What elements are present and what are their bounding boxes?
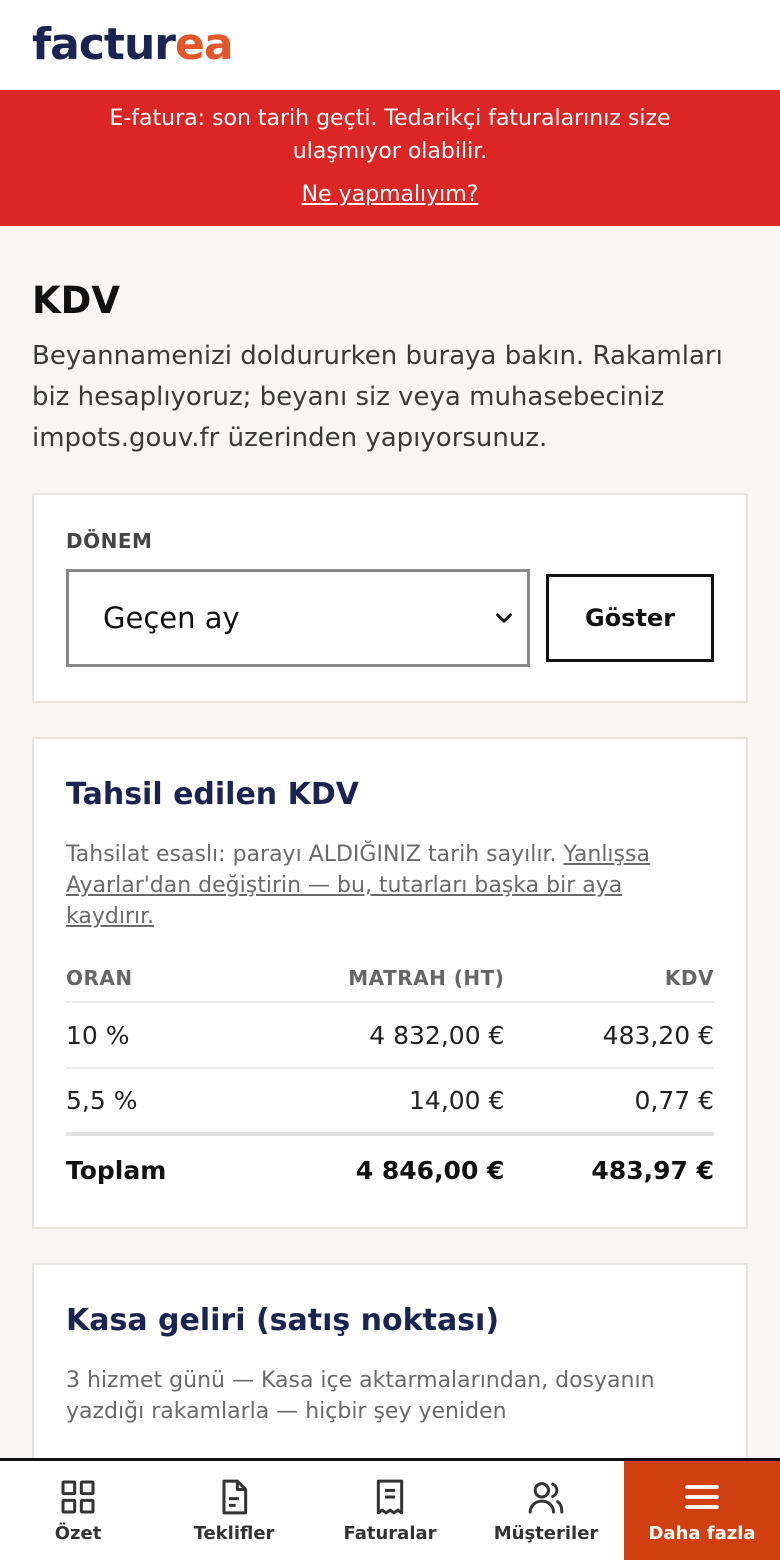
vat-cell: 0,77 €	[504, 1068, 714, 1136]
cash-income-title: Kasa geliri (satış noktası)	[66, 1303, 500, 1338]
rate-cell: 5,5 %	[66, 1068, 238, 1136]
collected-vat-card: Tahsil edilen KDV Tahsilat esaslı: paray…	[32, 737, 748, 1229]
rate-cell: 10 %	[66, 1002, 238, 1069]
period-row: Geçen ay Göster	[66, 569, 714, 667]
main-content: KDV Beyannamenizi doldururken buraya bak…	[0, 226, 780, 1560]
nav-item-quotes[interactable]: Teklifler	[156, 1461, 312, 1560]
period-select[interactable]: Geçen ay	[66, 569, 530, 667]
users-icon	[528, 1482, 564, 1514]
receipt-icon	[376, 1479, 404, 1515]
nav-label: Özet	[54, 1523, 102, 1544]
nav-label: Teklifler	[193, 1523, 275, 1544]
nav-item-invoices[interactable]: Faturalar	[312, 1461, 468, 1560]
nav-label: Faturalar	[343, 1523, 437, 1544]
app-header: facturea	[0, 0, 780, 90]
total-label: Toplam	[66, 1155, 167, 1185]
vat-table-header: ORAN MATRAH (HT) KDV	[66, 954, 714, 1003]
einvoice-warning-banner: E-fatura: son tarih geçti. Tedarikçi fat…	[0, 90, 780, 226]
brand-logo-part2: ea	[174, 19, 234, 70]
base-cell: 4 832,00 €	[237, 1002, 505, 1069]
total-vat: 483,97 €	[591, 1155, 714, 1185]
page-intro: Beyannamenizi doldururken buraya bakın. …	[32, 341, 723, 453]
period-card: DÖNEM Geçen ay Göster	[32, 493, 748, 703]
nav-item-overview[interactable]: Özet	[0, 1461, 156, 1560]
table-row: 10 % 4 832,00 € 483,20 €	[66, 1002, 714, 1069]
nav-item-more[interactable]: Daha fazla	[624, 1461, 780, 1560]
nav-item-customers[interactable]: Müşteriler	[468, 1461, 624, 1560]
period-select-value: Geçen ay	[103, 601, 240, 635]
col-base-header: MATRAH (HT)	[237, 954, 505, 1003]
collected-vat-title: Tahsil edilen KDV	[66, 777, 359, 812]
table-row: 5,5 % 14,00 € 0,77 €	[66, 1068, 714, 1136]
show-button[interactable]: Göster	[546, 574, 714, 662]
menu-icon	[685, 1485, 719, 1509]
total-base: 4 846,00 €	[355, 1155, 505, 1185]
chevron-down-icon	[496, 613, 512, 623]
bottom-nav: Özet Teklifler Faturalar Müşteriler Daha…	[0, 1458, 780, 1560]
vat-cell: 483,20 €	[504, 1002, 714, 1069]
base-cell: 14,00 €	[237, 1068, 505, 1136]
cash-income-note: 3 hizmet günü — Kasa içe aktarmalarından…	[66, 1368, 655, 1424]
nav-label: Daha fazla	[648, 1523, 756, 1544]
collected-vat-note: Tahsilat esaslı: parayı ALDIĞINIZ tarih …	[66, 839, 706, 932]
brand-logo-part1: factur	[32, 19, 176, 70]
banner-text: E-fatura: son tarih geçti. Tedarikçi fat…	[109, 106, 671, 164]
banner-help-link[interactable]: Ne yapmalıyım?	[302, 182, 479, 207]
col-vat-header: KDV	[504, 954, 714, 1003]
document-icon	[222, 1479, 248, 1515]
brand-logo[interactable]: facturea	[32, 23, 234, 67]
grid-icon	[61, 1480, 95, 1514]
total-row: Toplam 4 846,00 € 483,97 €	[66, 1134, 714, 1204]
period-label: DÖNEM	[66, 529, 153, 553]
nav-label: Müşteriler	[493, 1523, 599, 1544]
vat-table: ORAN MATRAH (HT) KDV 10 % 4 832,00 € 483…	[66, 954, 714, 1204]
collected-vat-note-text: Tahsilat esaslı: parayı ALDIĞINIZ tarih …	[66, 842, 564, 867]
page-title: KDV	[32, 279, 121, 322]
col-rate-header: ORAN	[66, 954, 238, 1003]
